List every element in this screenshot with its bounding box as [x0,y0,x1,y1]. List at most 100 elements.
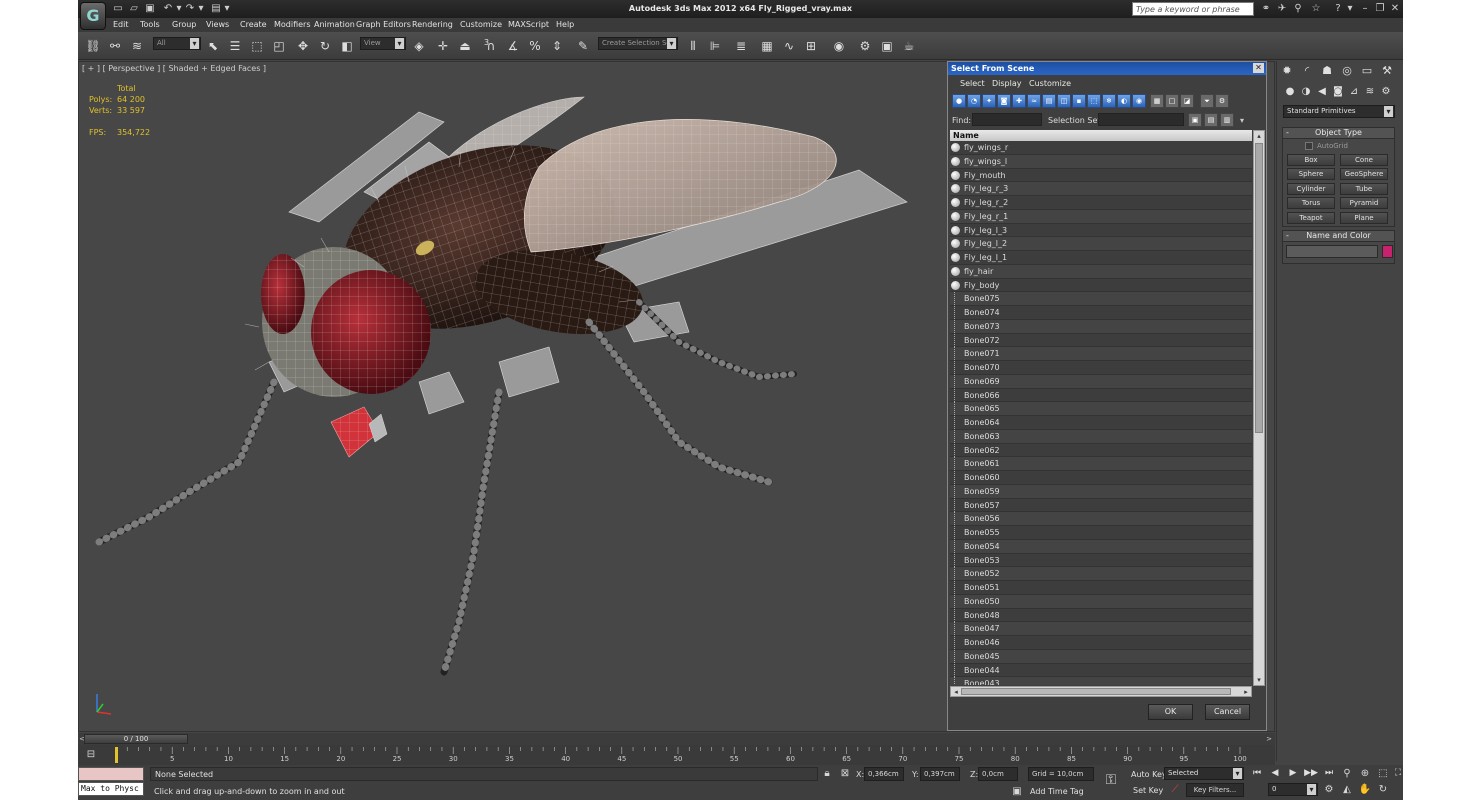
redo-dropdown-icon[interactable]: ▾ [195,3,207,15]
spacewarps-category-icon[interactable]: ≋ [1363,85,1377,99]
filter-spacewarps-icon[interactable]: ≈ [1027,94,1041,108]
menu-customize[interactable]: Customize [460,20,502,29]
communication-center-icon[interactable]: ⚲ [1292,3,1304,15]
set-key-icon[interactable]: ⚿ [1104,773,1118,787]
list-item[interactable]: Bone044 [950,663,1252,678]
name-and-color-header[interactable]: Name and Color [1283,231,1394,242]
list-item[interactable]: Bone065 [950,402,1252,416]
list-item[interactable]: Bone063 [950,429,1252,444]
selection-set-add-icon[interactable]: ▣ [1188,113,1202,127]
layer-manager-icon[interactable]: ≣ [732,37,750,55]
bind-space-warp-icon[interactable]: ≋ [128,37,146,55]
render-setup-icon[interactable]: ⚙ [856,37,874,55]
list-item[interactable]: Fly_body [950,278,1252,293]
scale-icon[interactable]: ◧ [338,37,356,55]
list-item[interactable]: Bone043 [950,677,1252,685]
menu-graph-editors[interactable]: Graph Editors [356,20,411,29]
list-horizontal-scrollbar[interactable]: ◂ ▸ [950,686,1252,697]
add-time-tag[interactable]: Add Time Tag [1030,787,1084,796]
next-frame-icon[interactable]: ▶▶ [1304,767,1318,779]
menu-rendering[interactable]: Rendering [412,20,453,29]
align-icon[interactable]: ⊫ [706,37,724,55]
select-by-name-icon[interactable]: ☰ [226,37,244,55]
teapot-button[interactable]: Teapot [1287,212,1335,224]
find-input[interactable] [972,113,1042,126]
selection-set-remove-icon[interactable]: ▤ [1204,113,1218,127]
list-item[interactable]: Bone072 [950,333,1252,348]
modify-tab-icon[interactable]: ◜ [1299,63,1315,79]
column-header-name[interactable]: Name [950,130,1252,141]
menu-edit[interactable]: Edit [113,20,129,29]
object-name-field[interactable] [1286,245,1378,258]
hierarchy-tab-icon[interactable]: ☗ [1319,63,1335,79]
filter-containers-icon[interactable]: ⬚ [1087,94,1101,108]
dialog-menu-customize[interactable]: Customize [1029,79,1071,88]
helpers-category-icon[interactable]: ⊿ [1347,85,1361,99]
filter-hidden-icon[interactable]: ◐ [1117,94,1131,108]
list-item[interactable]: Bone064 [950,416,1252,430]
angle-snap-icon[interactable]: ∡ [504,37,522,55]
percent-snap-icon[interactable]: % [526,37,544,55]
open-file-icon[interactable]: ▱ [128,3,140,15]
unlink-icon[interactable]: ⚯ [106,37,124,55]
menu-group[interactable]: Group [172,20,196,29]
select-object-icon[interactable]: ⬉ [204,37,222,55]
auto-key-button[interactable]: Auto Key [1131,770,1167,779]
create-tab-icon[interactable]: ✹ [1279,63,1295,79]
find-options-chevron-icon[interactable]: ▾ [1240,116,1244,125]
close-icon[interactable]: ✕ [1388,3,1402,15]
filter-xrefs-icon[interactable]: ◫ [1057,94,1071,108]
zoom-all-icon[interactable]: ⊕ [1358,767,1372,781]
filter-cameras-icon[interactable]: ◙ [997,94,1011,108]
minimize-icon[interactable]: – [1358,3,1372,15]
list-item[interactable]: Bone070 [950,361,1252,375]
select-none-icon[interactable]: □ [1165,94,1179,108]
list-item[interactable]: Bone075 [950,292,1252,306]
box-button[interactable]: Box [1287,154,1335,166]
list-item[interactable]: Bone056 [950,512,1252,526]
pivot-center-icon[interactable]: ◈ [410,37,428,55]
list-item[interactable]: Bone051 [950,581,1252,595]
filter-geometry-icon[interactable]: ● [952,94,966,108]
dialog-title-bar[interactable]: Select From Scene ✕ [948,62,1266,75]
list-item[interactable]: Bone062 [950,443,1252,458]
cancel-button[interactable]: Cancel [1205,704,1250,720]
menu-views[interactable]: Views [206,20,229,29]
zoom-icon[interactable]: ⚲ [1340,767,1354,781]
tube-button[interactable]: Tube [1340,183,1388,195]
dialog-menu-display[interactable]: Display [992,79,1022,88]
list-item[interactable]: Bone061 [950,457,1252,471]
binoculars-icon[interactable]: ⚭ [1260,3,1272,15]
filter-all-icon[interactable]: ◉ [1132,94,1146,108]
primitive-category-dropdown[interactable]: Standard Primitives [1283,105,1395,118]
viewport-label[interactable]: [ + ] [ Perspective ] [ Shaded + Edged F… [82,64,266,73]
window-crossing-icon[interactable]: ◰ [270,37,288,55]
list-item[interactable]: Bone060 [950,471,1252,485]
new-file-icon[interactable]: ▭ [112,3,124,15]
shapes-category-icon[interactable]: ◑ [1299,85,1313,99]
track-bar[interactable]: ⊟ 5 10 15 20 25 30 35 40 45 50 55 60 65 70 75 80 85 90 95 1… [78,745,1275,765]
geosphere-button[interactable]: GeoSphere [1340,168,1388,180]
scroll-up-icon[interactable]: ▴ [1254,131,1264,141]
pan-icon[interactable]: ✋ [1358,783,1372,797]
list-item[interactable]: Bone074 [950,306,1252,320]
filter-helpers-icon[interactable]: ✚ [1012,94,1026,108]
list-item[interactable]: Fly_leg_l_3 [950,223,1252,238]
move-icon[interactable]: ✥ [294,37,312,55]
list-item[interactable]: Fly_leg_r_2 [950,196,1252,210]
menu-tools[interactable]: Tools [140,20,160,29]
subscription-icon[interactable]: ✈ [1276,3,1288,15]
y-coordinate-field[interactable]: 0,397cm [920,767,960,781]
spinner-snap-icon[interactable]: ⇕ [548,37,566,55]
render-production-icon[interactable]: ☕ [900,37,918,55]
sphere-button[interactable]: Sphere [1287,168,1335,180]
list-item[interactable]: Bone055 [950,526,1252,540]
absolute-mode-icon[interactable]: ⊠ [838,767,852,781]
cylinder-button[interactable]: Cylinder [1287,183,1335,195]
list-item[interactable]: Bone054 [950,539,1252,554]
maxscript-listener-output[interactable] [78,767,144,781]
scroll-down-icon[interactable]: ▾ [1254,675,1264,685]
filter-frozen-icon[interactable]: ❄ [1102,94,1116,108]
ok-button[interactable]: OK [1148,704,1193,720]
list-item[interactable]: Bone073 [950,319,1252,334]
